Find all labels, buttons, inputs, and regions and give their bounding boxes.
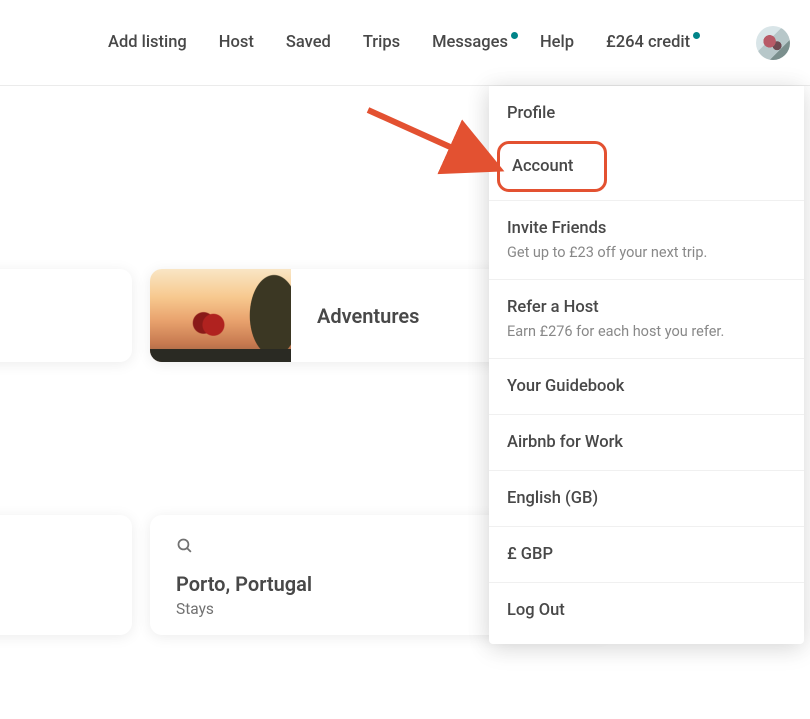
menu-item-airbnb-for-work[interactable]: Airbnb for Work [489,415,804,471]
search-icon [176,539,193,558]
avatar[interactable] [756,26,790,60]
menu-label: Airbnb for Work [507,433,786,452]
category-card-title: Adventures [291,304,419,328]
account-highlight-box: Account [497,141,607,192]
menu-item-account[interactable]: Account [489,141,804,201]
menu-label: Profile [507,104,786,123]
menu-item-language[interactable]: English (GB) [489,471,804,527]
menu-item-guidebook[interactable]: Your Guidebook [489,359,804,415]
menu-label: Log Out [507,601,786,620]
adventures-thumbnail [150,269,291,362]
menu-item-refer-host[interactable]: Refer a Host Earn £276 for each host you… [489,280,804,359]
menu-label: Account [512,157,592,176]
menu-item-currency[interactable]: £ GBP [489,527,804,583]
menu-sublabel: Get up to £23 off your next trip. [507,244,786,261]
menu-item-invite-friends[interactable]: Invite Friends Get up to £23 off your ne… [489,201,804,280]
menu-label: Your Guidebook [507,377,786,396]
notification-dot-icon [693,32,700,39]
menu-item-logout[interactable]: Log Out [489,583,804,638]
nav-credit-label: £264 credit [606,33,690,52]
notification-dot-icon [511,32,518,39]
menu-label: Refer a Host [507,298,786,317]
nav-add-listing[interactable]: Add listing [108,33,187,52]
menu-label: £ GBP [507,545,786,564]
menu-label: English (GB) [507,489,786,508]
nav-messages[interactable]: Messages [432,33,508,52]
user-menu-dropdown: Profile Account Invite Friends Get up to… [489,86,804,644]
nav-help[interactable]: Help [540,33,574,52]
nav-host[interactable]: Host [219,33,254,52]
nav-trips[interactable]: Trips [363,33,400,52]
menu-item-profile[interactable]: Profile [489,86,804,141]
top-nav: Add listing Host Saved Trips Messages He… [0,0,810,86]
nav-saved[interactable]: Saved [286,33,331,52]
menu-sublabel: Earn £276 for each host you refer. [507,323,786,340]
menu-label: Invite Friends [507,219,786,238]
recent-search-card[interactable] [0,515,132,635]
category-card[interactable] [0,269,132,362]
nav-credit[interactable]: £264 credit [606,33,690,52]
nav-messages-label: Messages [432,33,508,52]
